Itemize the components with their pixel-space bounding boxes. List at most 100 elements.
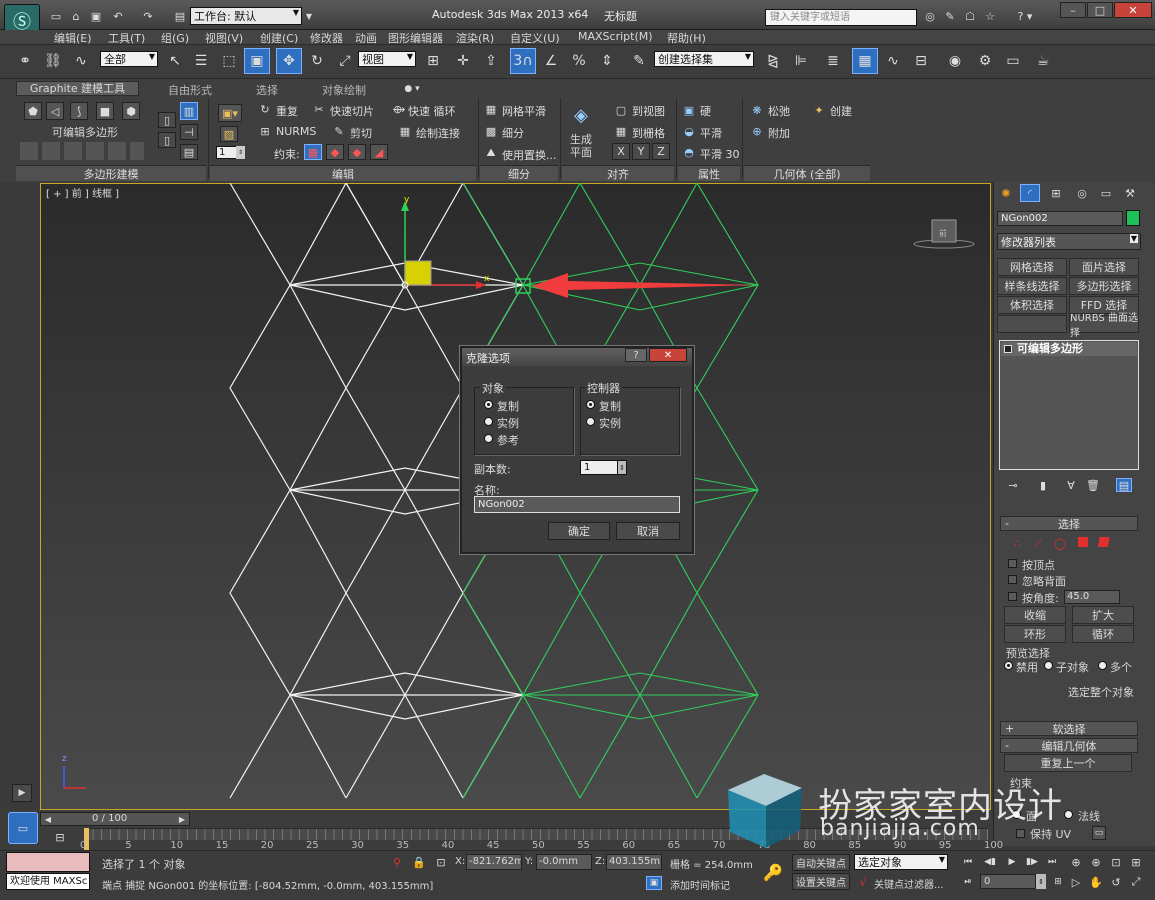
open-file-icon[interactable]: ⌂ <box>68 8 84 24</box>
qat-dropdown-icon[interactable]: ▼ <box>302 8 316 24</box>
time-slider-next-icon[interactable]: ▶ <box>176 813 188 825</box>
poly-face-icon[interactable]: ■ <box>96 102 114 120</box>
constraint-normal-radio[interactable] <box>1064 810 1073 819</box>
unlink-icon[interactable]: ⛓ <box>40 48 66 74</box>
hard-icon[interactable]: ▣ <box>682 103 696 117</box>
time-slider-prev-icon[interactable]: ◀ <box>42 813 54 825</box>
to-view-button[interactable]: 到视图 <box>632 103 665 119</box>
hard-button[interactable]: 硬 <box>700 103 711 119</box>
preview-multi-radio[interactable] <box>1098 661 1107 670</box>
copies-spinner-arrows-icon[interactable]: ⇕ <box>617 460 627 475</box>
create-button[interactable]: 创建 <box>830 103 852 119</box>
align-y-button[interactable]: Y <box>632 143 650 160</box>
favorites-star-icon[interactable]: ☆ <box>982 8 998 24</box>
binoculars-icon[interactable]: ◎ <box>922 8 938 24</box>
motion-tab-icon[interactable]: ◎ <box>1072 184 1092 202</box>
poly-element-icon[interactable]: ⬢ <box>122 102 140 120</box>
stack-item-editable-poly[interactable]: 可编辑多边形 <box>1001 342 1137 356</box>
goto-end-icon[interactable]: ⏭ <box>1044 855 1060 869</box>
vol-select-button[interactable]: 体积选择 <box>997 296 1067 314</box>
constraint-normal-icon[interactable]: ◢ <box>370 144 388 160</box>
dialog-close-button[interactable]: ✕ <box>649 348 687 362</box>
repeat-button[interactable]: 重复 <box>276 103 298 119</box>
cut-button[interactable]: 剪切 <box>350 125 372 141</box>
zoom-extents-all-icon[interactable]: ⊞ <box>1128 855 1144 869</box>
material-editor-icon[interactable]: ◉ <box>942 48 968 74</box>
object-copy-radio[interactable] <box>484 400 493 409</box>
tessellate-button[interactable]: 细分 <box>502 125 524 141</box>
redo-icon[interactable]: ↷ <box>140 8 156 24</box>
relax-icon[interactable]: ❋ <box>750 103 764 117</box>
schematic-view-icon[interactable]: ⊟ <box>908 48 934 74</box>
utilities-tab-icon[interactable]: ⚒ <box>1120 184 1140 202</box>
stack-expand-icon[interactable] <box>1004 345 1012 353</box>
manipulate-icon[interactable]: ✛ <box>450 48 476 74</box>
ribbon-tab-freeform[interactable]: 自由形式 <box>168 82 212 98</box>
nurms-button[interactable]: NURMS <box>276 125 316 138</box>
poly-side-icon-3[interactable]: ▥ <box>180 102 198 120</box>
poly-side-icon-5[interactable]: ▤ <box>180 144 198 160</box>
controller-copy-radio[interactable] <box>586 400 595 409</box>
selection-rollout-header[interactable]: - 选择 <box>1000 516 1138 531</box>
subscription-icon[interactable]: ✎ <box>942 8 958 24</box>
ribbon-edit-icon-a[interactable]: ▣▾ <box>218 104 242 122</box>
help-icon[interactable]: ? ▾ <box>1012 8 1038 24</box>
by-vertex-checkbox[interactable] <box>1008 559 1017 568</box>
selection-filter-select[interactable]: 全部 ▼ <box>100 51 158 67</box>
modifier-stack[interactable] <box>999 340 1139 470</box>
make-unique-icon[interactable]: ∀ <box>1064 478 1078 492</box>
add-time-tag-button[interactable]: 添加时间标记 <box>670 877 730 892</box>
ribbon-spinner-arrows-icon[interactable]: ⇕ <box>236 146 245 159</box>
poly-side-icon-1[interactable]: ▯ <box>158 112 176 128</box>
repeat-icon[interactable]: ↻ <box>258 102 272 116</box>
modify-tab-icon[interactable]: ◜ <box>1020 184 1040 202</box>
maxscript-welcome[interactable]: 欢迎使用 MAXSc <box>6 873 90 890</box>
section-polygon-modeling[interactable]: 多边形建模 <box>16 165 206 181</box>
preview-subobject-radio[interactable] <box>1044 661 1053 670</box>
maximize-viewport-icon[interactable]: ⤢ <box>1128 875 1144 889</box>
quickloop-button[interactable]: 快速 循环 <box>408 103 456 119</box>
y-coord-field[interactable]: -0.0mm <box>536 854 592 870</box>
align-x-button[interactable]: X <box>612 143 630 160</box>
patch-select-button[interactable]: 面片选择 <box>1069 258 1139 276</box>
smooth30-icon[interactable]: ◓ <box>682 145 696 159</box>
layer-manager-icon[interactable]: ≣ <box>820 48 846 74</box>
selection-set-select[interactable]: 选定对象 ▼ <box>854 854 948 870</box>
frame-spinner-icon[interactable]: ⇕ <box>1036 874 1046 889</box>
curve-editor-icon[interactable]: ∿ <box>880 48 906 74</box>
relax-button[interactable]: 松弛 <box>768 103 790 119</box>
project-folder-icon[interactable]: ▤ <box>172 8 188 24</box>
time-config-icon[interactable]: ⊞ <box>1050 875 1066 889</box>
subobject-level-icons[interactable]: ∴ ⟋ ◯ <box>1014 535 1118 551</box>
by-angle-checkbox[interactable] <box>1008 592 1017 601</box>
remove-modifier-icon[interactable]: 🗑 <box>1086 478 1100 492</box>
make-planar-button[interactable]: 生成 平面 <box>566 133 596 159</box>
isolate-selection-icon[interactable]: ⚲ <box>390 855 404 869</box>
undo-icon[interactable]: ↶ <box>110 8 126 24</box>
smooth30-button[interactable]: 平滑 30 <box>700 146 740 162</box>
edit-geometry-rollout-header[interactable]: - 编辑几何体 <box>1000 738 1138 753</box>
window-crossing-icon[interactable]: ▣ <box>244 48 270 74</box>
select-object-icon[interactable]: ↖ <box>162 48 188 74</box>
zoom-extents-icon[interactable]: ⊡ <box>1108 855 1124 869</box>
to-view-icon[interactable]: ▢ <box>614 103 628 117</box>
selection-lock-icon[interactable]: 🔒 <box>412 855 426 869</box>
menu-item-maxscript[interactable]: MAXScript(M) <box>578 30 653 43</box>
to-grid-button[interactable]: 到栅格 <box>632 125 665 141</box>
mesh-select-button[interactable]: 网格选择 <box>997 258 1067 276</box>
select-move-icon[interactable]: ✥ <box>276 48 302 74</box>
z-coord-field[interactable]: 403.155mm <box>606 854 662 870</box>
empty-modifier-button[interactable] <box>997 315 1067 333</box>
select-link-icon[interactable]: ⚭ <box>12 48 38 74</box>
paintconnect-icon[interactable]: ▦ <box>398 124 412 138</box>
keyboard-shortcut-override-icon[interactable]: ⇪ <box>478 48 504 74</box>
ribbon-tab-selection[interactable]: 选择 <box>256 82 278 98</box>
render-setup-icon[interactable]: ⚙ <box>972 48 998 74</box>
maximize-button[interactable]: □ <box>1087 2 1113 18</box>
quickslice-icon[interactable]: ✂ <box>312 102 326 116</box>
object-instance-radio[interactable] <box>484 417 493 426</box>
shrink-button[interactable]: 收缩 <box>1004 606 1066 624</box>
maxscript-listener-mini[interactable] <box>6 852 90 872</box>
key-filters-button[interactable]: 关键点过滤器... <box>874 876 944 891</box>
create-tab-icon[interactable]: ✺ <box>996 184 1016 202</box>
